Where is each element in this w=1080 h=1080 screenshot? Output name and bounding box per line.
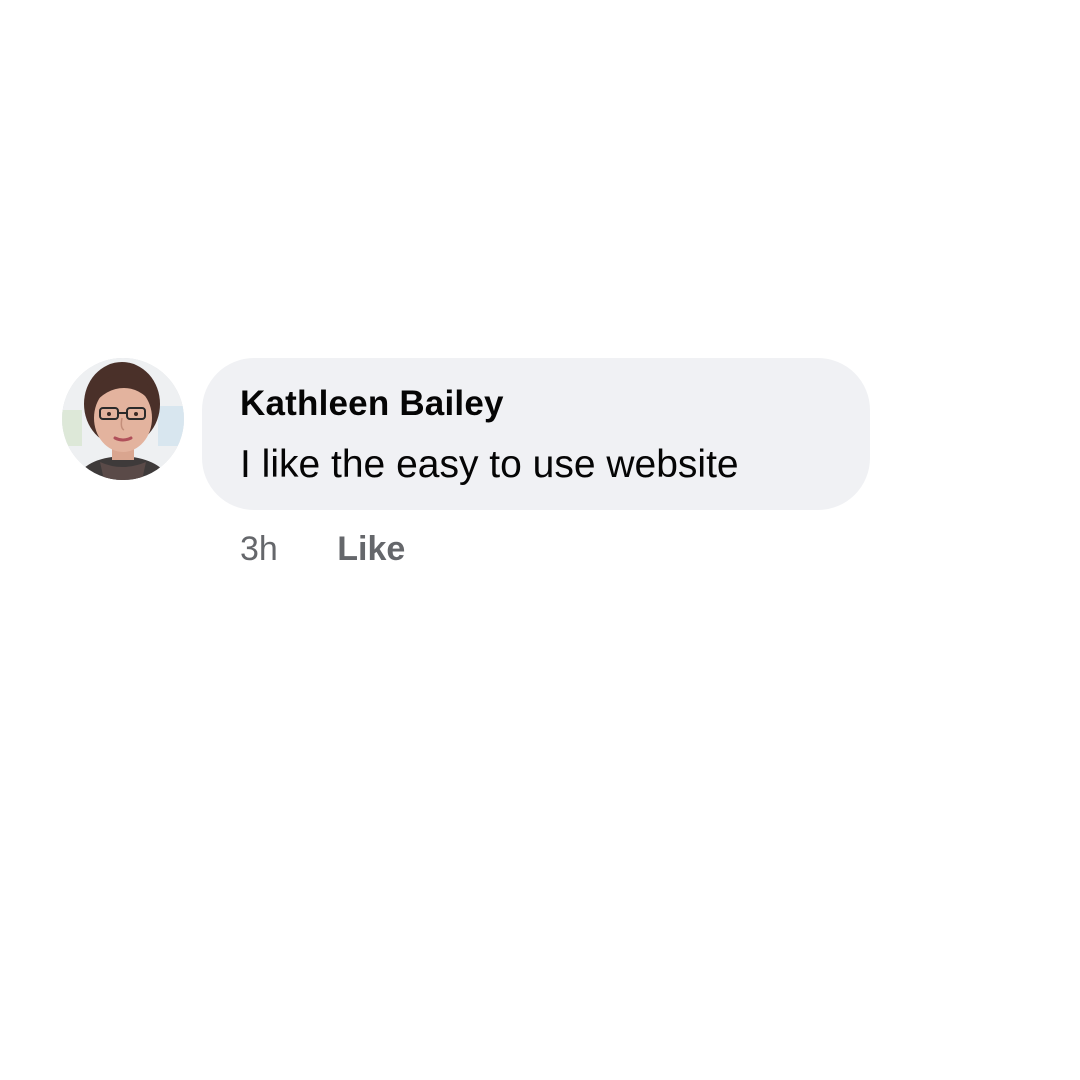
like-button[interactable]: Like bbox=[337, 530, 405, 568]
comment-bubble: Kathleen Bailey I like the easy to use w… bbox=[202, 358, 870, 510]
comment-text: I like the easy to use website bbox=[240, 443, 739, 486]
avatar-photo-icon bbox=[62, 358, 184, 480]
avatar[interactable] bbox=[62, 358, 184, 480]
comment-actions: 3h Like bbox=[240, 530, 405, 569]
comment-author[interactable]: Kathleen Bailey bbox=[240, 384, 504, 424]
comment-timestamp[interactable]: 3h bbox=[240, 530, 278, 568]
comment: Kathleen Bailey I like the easy to use w… bbox=[62, 358, 882, 588]
